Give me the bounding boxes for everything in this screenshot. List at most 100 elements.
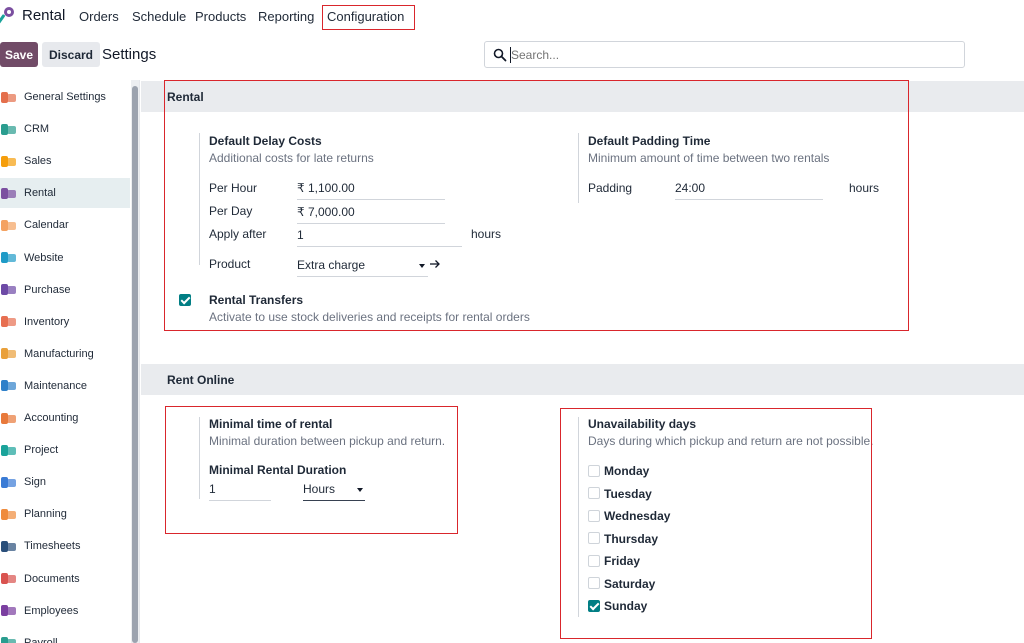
sidebar-item-rental[interactable]: Rental [0, 178, 130, 209]
minimal-time-desc: Minimal duration between pickup and retu… [209, 434, 446, 448]
nav-reporting[interactable]: Reporting [258, 9, 314, 24]
sidebar-item-label: Timesheets [24, 540, 81, 553]
section-title: Rent Online [167, 373, 235, 387]
padding-unit: hours [849, 181, 880, 195]
divider [199, 417, 200, 499]
chevron-down-icon[interactable] [419, 264, 425, 268]
sidebar-item-manufacturing[interactable]: Manufacturing [0, 339, 130, 369]
per-hour-field[interactable]: ₹ 1,100.00 [297, 181, 445, 200]
per-hour-label: Per Hour [209, 181, 258, 195]
unavailability-title: Unavailability days [588, 417, 697, 431]
product-select[interactable]: Extra charge [297, 258, 428, 277]
day-label-tuesday: Tuesday [604, 486, 652, 501]
sidebar-item-timesheets[interactable]: Timesheets [0, 531, 130, 561]
documents-icon [0, 570, 17, 587]
day-checkbox-monday[interactable] [588, 464, 600, 477]
sidebar-item-label: Project [24, 444, 59, 457]
app-name[interactable]: Rental [22, 7, 65, 24]
sidebar-item-website[interactable]: Website [0, 243, 130, 273]
divider [578, 133, 579, 203]
search-input[interactable] [511, 46, 951, 64]
apply-after-label: Apply after [209, 227, 267, 241]
sidebar-item-sales[interactable]: Sales [0, 146, 130, 176]
sidebar-item-documents[interactable]: Documents [0, 564, 130, 594]
sidebar-item-label: Inventory [24, 315, 70, 328]
day-checkbox-friday[interactable] [588, 554, 600, 567]
save-button[interactable]: Save [0, 42, 38, 67]
divider [578, 417, 579, 617]
unavailability-desc: Days during which pickup and return are … [588, 434, 874, 448]
sidebar-item-calendar[interactable]: Calendar [0, 210, 130, 240]
employees-icon [0, 602, 17, 619]
divider [199, 133, 200, 265]
crm-icon [0, 121, 17, 138]
day-checkbox-sunday[interactable] [588, 599, 600, 612]
sidebar-item-crm[interactable]: CRM [0, 114, 130, 144]
nav-products[interactable]: Products [195, 9, 246, 24]
sidebar-item-sign[interactable]: Sign [0, 467, 130, 497]
sidebar-item-label: Employees [24, 604, 79, 617]
day-checkbox-tuesday[interactable] [588, 487, 600, 499]
minimal-duration-field[interactable]: 1 [209, 482, 271, 501]
padding-label: Padding [588, 181, 633, 195]
purchase-icon [0, 281, 17, 298]
nav-configuration[interactable]: Configuration [322, 5, 415, 30]
padding-desc: Minimum amount of time between two renta… [588, 151, 830, 165]
payroll-icon [0, 634, 17, 643]
nav-orders[interactable]: Orders [79, 9, 119, 24]
per-day-field[interactable]: ₹ 7,000.00 [297, 205, 445, 224]
day-label-friday: Friday [604, 554, 641, 568]
internal-link-arrow-icon[interactable] [429, 258, 441, 270]
sidebar-item-planning[interactable]: Planning [0, 499, 130, 529]
sidebar-item-label: Calendar [24, 219, 69, 232]
day-label-monday: Monday [604, 464, 650, 478]
delay-costs-title: Default Delay Costs [209, 134, 322, 148]
page-title: Settings [102, 46, 157, 63]
padding-field[interactable]: 24:00 [675, 181, 823, 200]
duration-unit-select[interactable]: Hours [303, 482, 365, 501]
apply-after-field[interactable]: 1 [297, 228, 462, 247]
sidebar-item-general-settings[interactable]: General Settings [0, 82, 130, 112]
sidebar-item-label: Accounting [24, 412, 79, 424]
rental-transfers-checkbox[interactable] [179, 294, 191, 306]
sidebar-item-inventory[interactable]: Inventory [0, 307, 130, 337]
rent-online-section-header: Rent Online [141, 364, 1024, 395]
settings-sidebar: General Settings CRM Sales Rental Calendar We… [0, 80, 140, 643]
day-checkbox-saturday[interactable] [588, 577, 600, 589]
sidebar-item-purchase[interactable]: Purchase [0, 275, 130, 305]
sidebar-item-label: Planning [24, 508, 67, 521]
discard-button[interactable]: Discard [42, 42, 100, 67]
sidebar-item-label: Sign [24, 476, 47, 489]
nav-schedule[interactable]: Schedule [132, 9, 186, 24]
general-settings-icon [0, 89, 17, 106]
search-box[interactable] [484, 41, 965, 68]
sidebar-scrollbar-thumb[interactable] [132, 86, 138, 643]
rental-transfers-desc: Activate to use stock deliveries and rec… [209, 310, 530, 324]
day-checkbox-thursday[interactable] [588, 532, 600, 544]
sidebar-item-accounting[interactable]: Accounting [0, 403, 130, 433]
sidebar-item-label: Payroll [24, 636, 58, 643]
sidebar-item-project[interactable]: Project [0, 435, 130, 465]
sidebar-item-maintenance[interactable]: Maintenance [0, 371, 130, 401]
sidebar-item-label: Website [24, 251, 64, 264]
sign-icon [0, 474, 17, 491]
sidebar-item-employees[interactable]: Employees [0, 596, 130, 626]
day-label-thursday: Thursday [604, 531, 659, 546]
apply-after-unit: hours [471, 227, 502, 241]
sidebar-item-label: Maintenance [24, 379, 87, 392]
rental-app-icon[interactable] [0, 6, 16, 26]
day-checkbox-wednesday[interactable] [588, 509, 600, 522]
padding-title: Default Padding Time [588, 134, 711, 148]
chevron-down-icon[interactable] [357, 488, 363, 492]
accounting-icon [0, 410, 17, 427]
rental-icon [0, 185, 17, 202]
section-title: Rental [167, 90, 204, 104]
planning-icon [0, 506, 17, 523]
manufacturing-icon [0, 345, 17, 362]
calendar-icon [0, 217, 17, 234]
minimal-time-title: Minimal time of rental [209, 417, 333, 431]
delay-costs-desc: Additional costs for late returns [209, 151, 374, 165]
sidebar-item-payroll[interactable]: Payroll [0, 628, 130, 643]
product-label: Product [209, 257, 251, 271]
timesheets-icon [0, 538, 17, 555]
